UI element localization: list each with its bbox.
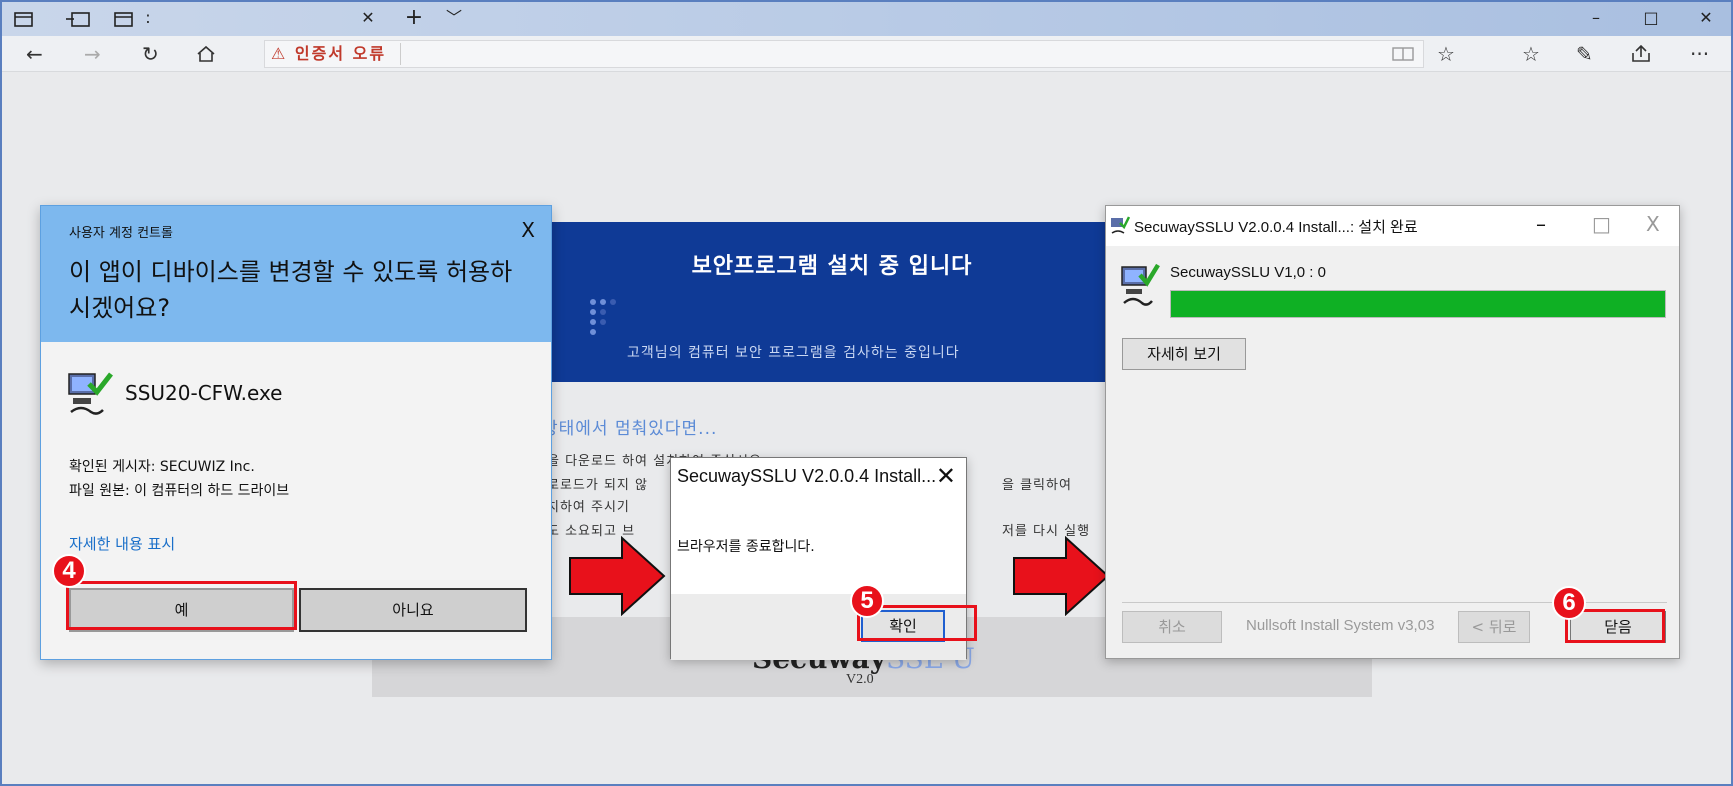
home-icon[interactable] xyxy=(196,45,216,63)
refresh-icon[interactable]: ↻ xyxy=(142,42,159,66)
install-banner: 보안프로그램 설치 중 입니다 고객님의 컴퓨터 보안 프로그램을 검사하는 중… xyxy=(547,222,1117,382)
favorites-hub-icon[interactable]: ☆ xyxy=(1522,42,1540,66)
installer-progress-bar xyxy=(1170,290,1666,318)
installer-details-button[interactable]: 자세히 보기 xyxy=(1122,338,1246,370)
more-menu-icon[interactable]: ··· xyxy=(1690,42,1709,66)
back-icon[interactable]: ← xyxy=(26,42,43,66)
loading-dots-icon xyxy=(590,299,616,335)
installer-maximize-button[interactable]: □ xyxy=(1592,212,1611,236)
tabs-aside-icon[interactable] xyxy=(14,10,34,28)
banner-subtitle: 고객님의 컴퓨터 보안 프로그램을 검사하는 중입니다 xyxy=(627,345,960,361)
certificate-error-label[interactable]: ⚠ 인증서 오류 xyxy=(271,43,402,65)
instruction-line-2b: 을 클릭하여 xyxy=(1002,478,1072,493)
installer-back-button[interactable]: < 뒤로 xyxy=(1458,611,1530,643)
installer-titlebar: SecuwaySSLU V2.0.0.4 Install...: 설치 완료 –… xyxy=(1106,206,1679,246)
step-badge-6: 6 xyxy=(1552,586,1586,620)
tab-preview-icon[interactable] xyxy=(114,10,134,28)
uac-question: 이 앱이 디바이스를 변경할 수 있도록 허용하시겠어요? xyxy=(69,258,513,322)
confirm-dialog-title: SecuwaySSLU V2.0.0.4 Install... xyxy=(677,466,937,486)
tab-list-chevron-icon[interactable]: ﹀ xyxy=(442,8,466,28)
installer-app-icon xyxy=(1121,263,1160,306)
browser-window: : ✕ + ﹀ – □ ✕ ← → ↻ ⚠ 인증서 오류 ☆ ☆ ✎ ··· 보… xyxy=(0,0,1733,786)
step-badge-4: 4 xyxy=(52,554,86,588)
installer-dialog: SecuwaySSLU V2.0.0.4 Install...: 설치 완료 –… xyxy=(1105,205,1680,659)
confirm-message: 브라우저를 종료합니다. xyxy=(677,539,815,555)
tab-close-icon[interactable]: ✕ xyxy=(358,8,378,28)
logo-version: V2.0 xyxy=(846,672,874,687)
uac-no-button[interactable]: 아니요 xyxy=(299,588,527,632)
installer-title: SecuwaySSLU V2.0.0.4 Install...: 설치 완료 xyxy=(1134,219,1418,236)
uac-close-icon[interactable]: X xyxy=(521,218,535,242)
banner-title: 보안프로그램 설치 중 입니다 xyxy=(691,254,973,279)
address-bar[interactable]: ⚠ 인증서 오류 xyxy=(264,40,1424,68)
installer-minimize-button[interactable]: – xyxy=(1536,212,1546,236)
uac-publisher: 확인된 게시자: SECUWIZ Inc. xyxy=(69,459,255,475)
favorite-star-icon[interactable]: ☆ xyxy=(1437,42,1455,66)
installer-progress-fill xyxy=(1171,291,1665,317)
right-arrow-icon xyxy=(569,536,666,616)
installer-close-icon[interactable]: X xyxy=(1646,212,1660,236)
forward-icon[interactable]: → xyxy=(84,42,101,66)
installer-close-button[interactable]: 닫음 xyxy=(1570,611,1666,643)
uac-title: 사용자 계정 컨트롤 xyxy=(69,226,173,241)
installer-app-icon xyxy=(68,372,113,415)
web-note-icon[interactable]: ✎ xyxy=(1576,42,1593,66)
uac-header: 사용자 계정 컨트롤 X 이 앱이 디바이스를 변경할 수 있도록 허용하시겠어… xyxy=(41,206,551,342)
window-minimize-button[interactable]: – xyxy=(1581,8,1611,28)
tab-title[interactable]: : xyxy=(142,8,154,28)
share-icon[interactable] xyxy=(1630,45,1652,63)
window-maximize-button[interactable]: □ xyxy=(1636,8,1666,28)
browser-close-dialog: SecuwaySSLU V2.0.0.4 Install... ✕ 브라우저를 … xyxy=(670,457,967,660)
new-tab-icon[interactable]: + xyxy=(402,7,426,29)
uac-more-details-link[interactable]: 자세한 내용 표시 xyxy=(69,533,175,554)
instruction-line-2: 로로드가 되지 않 xyxy=(547,478,648,493)
uac-app-name: SSU20-CFW.exe xyxy=(125,381,283,405)
restore-tabs-icon[interactable] xyxy=(66,10,90,28)
uac-yes-button[interactable]: 예 xyxy=(69,588,294,632)
right-arrow-icon xyxy=(1013,536,1110,616)
installer-cancel-button[interactable]: 취소 xyxy=(1122,611,1222,643)
instruction-line-3: 치하여 주시기 xyxy=(547,500,630,515)
browser-navbar: ← → ↻ ⚠ 인증서 오류 ☆ ☆ ✎ ··· xyxy=(2,36,1731,72)
installer-status-text: SecuwaySSLU V1,0 : 0 xyxy=(1170,264,1326,281)
installer-title-icon xyxy=(1111,216,1130,234)
browser-titlebar: : ✕ + ﹀ – □ ✕ xyxy=(2,2,1731,36)
step-badge-5: 5 xyxy=(850,584,884,618)
installer-footer-text: Nullsoft Install System v3,03 xyxy=(1246,617,1435,634)
stopped-heading: 상태에서 멈춰있다면... xyxy=(542,419,718,439)
confirm-close-icon[interactable]: ✕ xyxy=(936,462,956,490)
uac-dialog: 사용자 계정 컨트롤 X 이 앱이 디바이스를 변경할 수 있도록 허용하시겠어… xyxy=(40,205,552,660)
uac-origin: 파일 원본: 이 컴퓨터의 하드 드라이브 xyxy=(69,483,290,499)
reading-view-icon[interactable] xyxy=(1392,47,1414,61)
window-close-button[interactable]: ✕ xyxy=(1691,8,1721,28)
